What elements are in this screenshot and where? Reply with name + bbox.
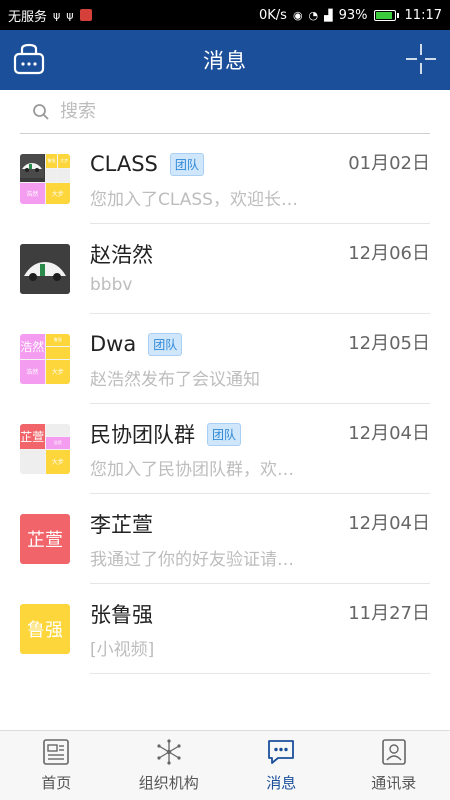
search-icon (33, 103, 49, 120)
tab-organization[interactable]: 组织机构 (113, 731, 226, 800)
conversation-item[interactable]: 鲁强 张鲁强 [小视频] 11月27日 (0, 584, 450, 674)
eye-icon: ◉ (292, 8, 303, 22)
carrier-text: 无服务 (8, 9, 48, 25)
page-title: 消息 (203, 49, 247, 73)
tab-home[interactable]: 首页 (0, 731, 113, 800)
tab-label: 首页 (41, 774, 72, 792)
avatar-initials: 芷萱 (27, 530, 63, 551)
conversation-date: 12月05日 (348, 333, 430, 354)
last-message: [小视频] (90, 640, 155, 660)
notification-icon (79, 9, 92, 21)
conversation-item[interactable]: 芷萱 浩然 大步 民协团队群 团队 您加入了民协团队群，欢… 12月04日 (0, 404, 450, 494)
briefcase-icon[interactable] (12, 42, 46, 76)
conversation-name: Dwa (90, 332, 137, 356)
conversation-date: 11月27日 (348, 603, 430, 624)
add-icon[interactable] (404, 42, 438, 76)
last-message: 我通过了你的好友验证请… (90, 550, 294, 570)
conversation-item[interactable]: 赵浩然 bbbv 12月06日 (0, 224, 450, 314)
app-header: 消息 (0, 30, 450, 90)
group-avatar: 浩然 鲁强 浩然 大步 (20, 334, 70, 384)
avatar-mini: 大步 (45, 449, 70, 474)
bottom-tab-bar: 首页 组织机构 消息 通讯录 (0, 730, 450, 800)
team-badge: 团队 (169, 152, 204, 176)
tab-label: 组织机构 (138, 774, 199, 792)
conversation-item[interactable]: 芷萱 李芷萱 我通过了你的好友验证请… 12月04日 (0, 494, 450, 584)
avatar-mini: 大步 (45, 183, 70, 204)
tab-label: 消息 (266, 774, 297, 792)
avatar-mini: 浩然 (20, 183, 45, 204)
avatar-mini: 浩然 (20, 334, 45, 359)
status-bar: 无服务 ψ ψ 0K/s ◉ ◔ ▟ 93% 11:17 (0, 0, 450, 30)
user-avatar: 鲁强 (20, 604, 70, 654)
contacts-icon (381, 739, 406, 765)
search-bar (0, 90, 450, 134)
organization-icon (157, 739, 181, 765)
last-message: 您加入了民协团队群，欢… (90, 460, 294, 480)
avatar-mini: 大步 (58, 154, 70, 168)
usb-icon: ψ (66, 8, 74, 22)
group-avatar: 芷萱 浩然 大步 (20, 424, 70, 474)
battery-percent: 93% (338, 7, 368, 23)
group-avatar: 鲁强 大步 浩然 大步 (20, 154, 70, 204)
last-message: 您加入了CLASS，欢迎长… (90, 190, 298, 210)
conversation-date: 12月04日 (348, 423, 430, 444)
conversation-item[interactable]: 浩然 鲁强 浩然 大步 Dwa 团队 赵浩然发布了会议通知 12月05日 (0, 314, 450, 404)
user-avatar (20, 244, 70, 294)
team-badge: 团队 (207, 422, 242, 446)
team-badge: 团队 (148, 332, 183, 356)
conversation-date: 01月02日 (348, 153, 430, 174)
conversation-name: 赵浩然 (90, 243, 153, 267)
signal-icon: ▟ (324, 8, 333, 22)
car-image (20, 154, 45, 182)
network-speed: 0K/s (258, 7, 287, 23)
avatar-mini: 芷萱 (20, 424, 45, 449)
avatar-mini: 鲁强 (45, 334, 70, 346)
wifi-icon: ◔ (308, 8, 319, 22)
clock: 11:17 (404, 7, 442, 23)
avatar-mini: 鲁强 (45, 154, 58, 168)
conversation-item[interactable]: 鲁强 大步 浩然 大步 CLASS 团队 您加入了CLASS，欢迎长… 01月0… (0, 134, 450, 224)
last-message: 赵浩然发布了会议通知 (90, 370, 260, 390)
conversation-name: 李芷萱 (90, 513, 153, 537)
conversation-name: 民协团队群 (90, 423, 195, 447)
user-avatar: 芷萱 (20, 514, 70, 564)
conversation-name: CLASS (90, 152, 158, 176)
search-field[interactable] (20, 90, 430, 134)
avatar-mini: 大步 (45, 359, 70, 384)
conversation-date: 12月06日 (348, 243, 430, 264)
avatar-mini: 浩然 (20, 359, 45, 384)
search-input[interactable] (60, 101, 360, 122)
car-image (20, 244, 70, 294)
tab-contacts[interactable]: 通讯录 (338, 731, 450, 800)
home-icon (43, 739, 70, 765)
tab-label: 通讯录 (371, 774, 417, 792)
conversation-name: 张鲁强 (90, 603, 153, 627)
avatar-mini: 浩然 (45, 436, 70, 449)
tab-messages[interactable]: 消息 (225, 731, 338, 800)
battery-icon (373, 9, 399, 21)
conversation-date: 12月04日 (348, 513, 430, 534)
message-icon (268, 740, 295, 764)
avatar-initials: 鲁强 (27, 620, 63, 641)
usb-icon: ψ (53, 8, 61, 22)
last-message: bbbv (90, 275, 133, 295)
conversation-list: 鲁强 大步 浩然 大步 CLASS 团队 您加入了CLASS，欢迎长… 01月0… (0, 134, 450, 674)
